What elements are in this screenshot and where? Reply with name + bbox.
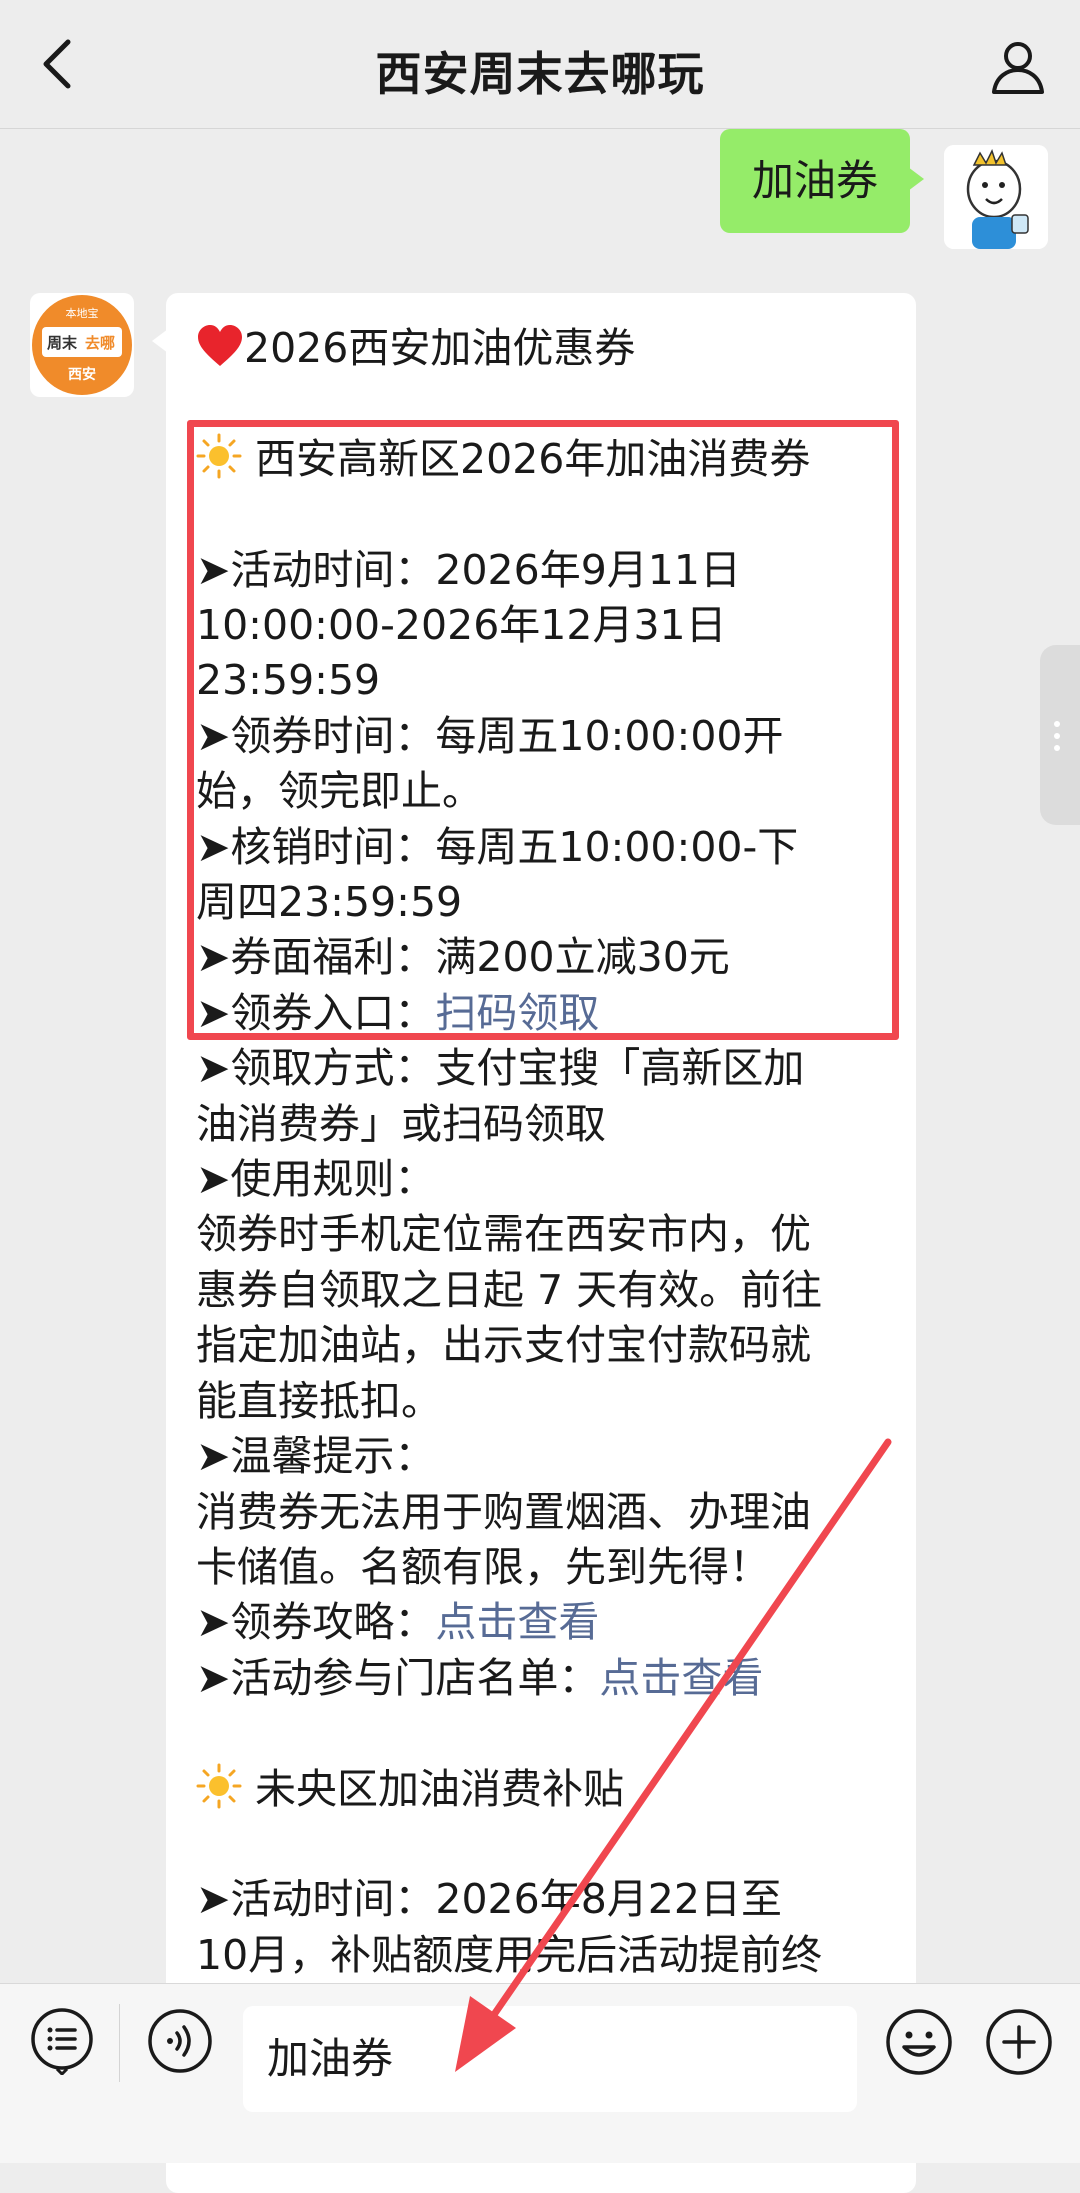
section-heading-gaoxin: 西安高新区2026年加油消费券 [196, 432, 896, 487]
divider [119, 2004, 120, 2082]
cartoon-avatar-icon [944, 145, 1048, 249]
emoji-icon[interactable] [884, 2007, 954, 2077]
message-title-line: 2026西安加油优惠券 [196, 321, 896, 376]
message-input[interactable]: 加油券 [243, 2006, 857, 2112]
store-list-link[interactable]: 点击查看 [599, 1654, 763, 1702]
sun-icon [196, 433, 242, 479]
side-scroll-handle[interactable] [1040, 645, 1080, 825]
sun-icon [196, 1763, 242, 1809]
my-message-text: 加油券 [751, 156, 878, 205]
add-more-icon[interactable] [984, 2007, 1054, 2077]
top-bar: 西安周末去哪玩 [0, 0, 1080, 129]
svg-text:周末: 周末 [47, 334, 78, 352]
voice-input-icon[interactable] [146, 2007, 214, 2075]
svg-text:西安: 西安 [68, 366, 96, 383]
bot-message-text: 2026西安加油优惠券 西安高新区2026年加油消费券 ➤活动时间：2026年9… [196, 321, 896, 1983]
guide-link[interactable]: 点击查看 [435, 1598, 599, 1646]
chat-title: 西安周末去哪玩 [375, 47, 705, 101]
my-message-bubble[interactable]: 加油券 [719, 129, 925, 233]
guide-line: ➤领券攻略：点击查看 [196, 1598, 600, 1647]
svg-text:去哪: 去哪 [85, 334, 115, 352]
section-heading-weiyang: 未央区加油消费补贴 [196, 1762, 896, 1817]
stores-line: ➤活动参与门店名单：点击查看 [196, 1653, 764, 1702]
official-account-avatar[interactable]: 本地宝 周末 去哪 西安 [30, 293, 134, 397]
profile-icon[interactable] [986, 34, 1050, 98]
my-avatar[interactable] [944, 145, 1048, 249]
bottom-input-bar: 加油券 [0, 1983, 1080, 2163]
red-heart-icon [198, 325, 242, 366]
entry-line: ➤领券入口：扫码领取 [196, 988, 600, 1037]
scan-to-claim-link[interactable]: 扫码领取 [435, 989, 599, 1037]
svg-text:本地宝: 本地宝 [66, 306, 99, 320]
message-title: 2026西安加油优惠券 [244, 324, 636, 372]
menu-list-icon[interactable] [28, 2007, 96, 2075]
handle-dots-icon [1054, 721, 1062, 757]
bot-message-bubble[interactable]: 2026西安加油优惠券 西安高新区2026年加油消费券 ➤活动时间：2026年9… [152, 293, 916, 2193]
logo-icon: 本地宝 周末 去哪 西安 [32, 295, 132, 395]
